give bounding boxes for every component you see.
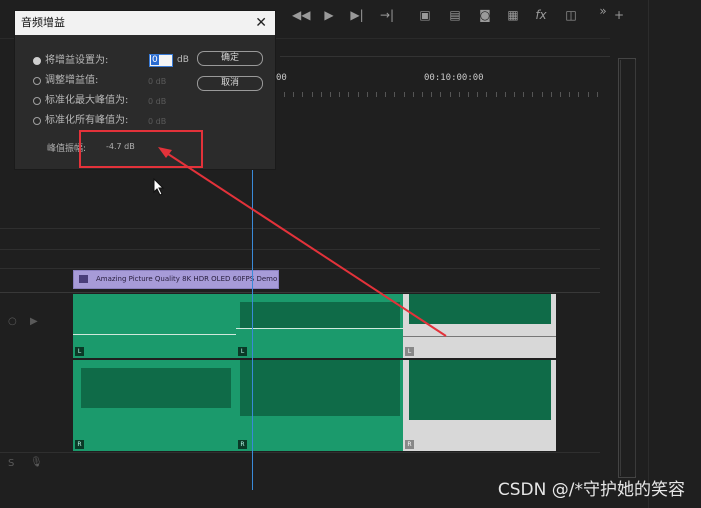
annotation-arrow: [158, 147, 447, 337]
watermark: CSDN @/*守护她的笑容: [497, 480, 685, 500]
mouse-cursor-icon: [153, 178, 165, 196]
